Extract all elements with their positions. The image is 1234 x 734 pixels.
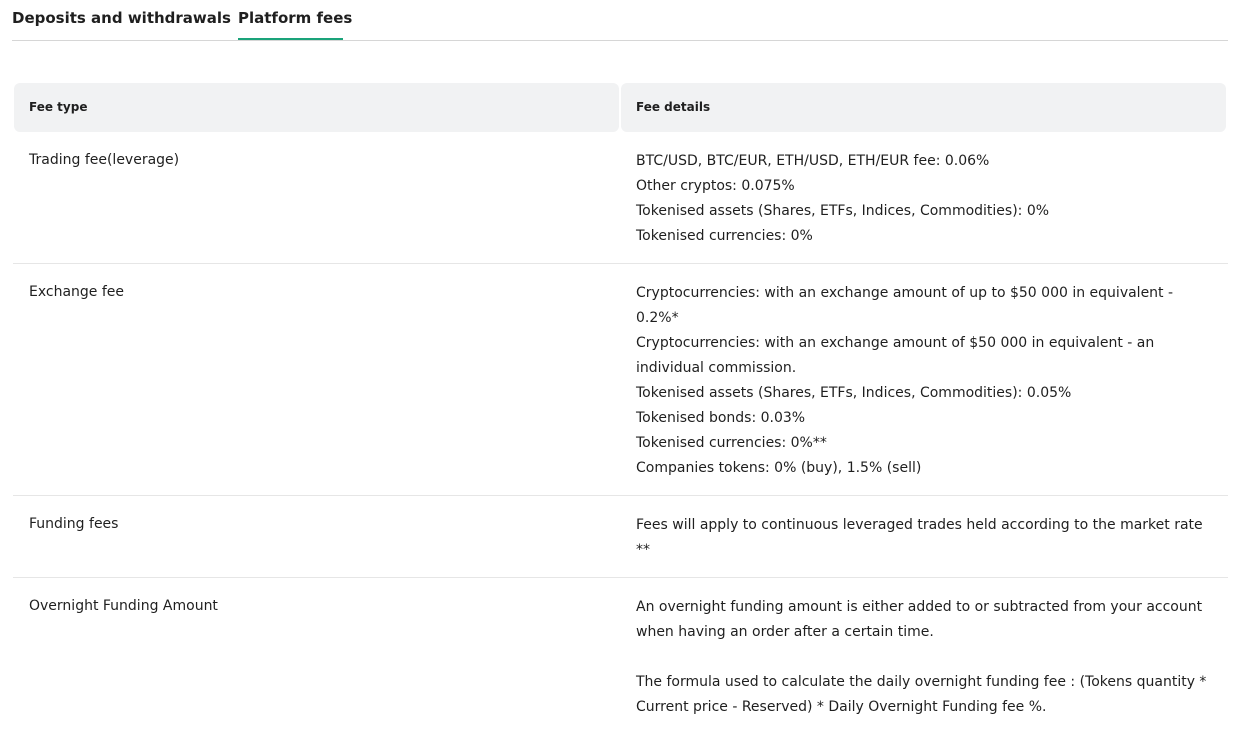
fee-details-cell: BTC/USD, BTC/EUR, ETH/USD, ETH/EUR fee: …: [636, 132, 1216, 263]
tab-platform-fees[interactable]: Platform fees: [238, 9, 352, 27]
table-row: Trading fee(leverage) BTC/USD, BTC/EUR, …: [13, 132, 1228, 264]
fee-type-cell: Funding fees: [29, 516, 119, 532]
table-row: Exchange fee Cryptocurrencies: with an e…: [13, 264, 1228, 496]
fee-type-cell: Overnight Funding Amount: [29, 598, 218, 614]
column-header-fee-details: Fee details: [621, 83, 1226, 132]
table-row: Funding fees Fees will apply to continuo…: [13, 496, 1228, 578]
fee-detail-line: Cryptocurrencies: with an exchange amoun…: [636, 285, 1174, 326]
fee-details-cell: An overnight funding amount is either ad…: [636, 578, 1216, 734]
fees-table: Fee type Fee details Trading fee(leverag…: [13, 83, 1228, 734]
fee-detail-line: Tokenised assets (Shares, ETFs, Indices,…: [636, 203, 1050, 219]
fee-detail-line: Cryptocurrencies: with an exchange amoun…: [636, 335, 1155, 376]
fee-detail-line: Tokenised bonds: 0.03%: [636, 410, 806, 426]
fee-detail-line: The formula used to calculate the daily …: [636, 674, 1207, 715]
tab-deposits-and-withdrawals[interactable]: Deposits and withdrawals: [12, 9, 231, 27]
fee-details-cell: Fees will apply to continuous leveraged …: [636, 496, 1216, 577]
tab-bar: Deposits and withdrawals Platform fees: [12, 0, 1228, 41]
fee-detail-line: Fees will apply to continuous leveraged …: [636, 517, 1203, 558]
table-row: Overnight Funding Amount An overnight fu…: [13, 578, 1228, 734]
fee-detail-line: Tokenised assets (Shares, ETFs, Indices,…: [636, 385, 1072, 401]
fee-details-cell: Cryptocurrencies: with an exchange amoun…: [636, 264, 1216, 495]
fee-detail-line: Tokenised currencies: 0%: [636, 228, 813, 244]
fee-detail-line: Tokenised currencies: 0%**: [636, 435, 827, 451]
fee-detail-line: Companies tokens: 0% (buy), 1.5% (sell): [636, 460, 922, 476]
fee-detail-line: BTC/USD, BTC/EUR, ETH/USD, ETH/EUR fee: …: [636, 153, 990, 169]
fee-type-cell: Exchange fee: [29, 284, 125, 300]
table-header: Fee type Fee details: [13, 83, 1228, 132]
fee-detail-line: Other cryptos: 0.075%: [636, 178, 795, 194]
fee-detail-line: An overnight funding amount is either ad…: [636, 599, 1203, 640]
active-tab-indicator: [238, 38, 343, 40]
fee-type-cell: Trading fee(leverage): [29, 152, 180, 168]
column-header-fee-type: Fee type: [14, 83, 619, 132]
